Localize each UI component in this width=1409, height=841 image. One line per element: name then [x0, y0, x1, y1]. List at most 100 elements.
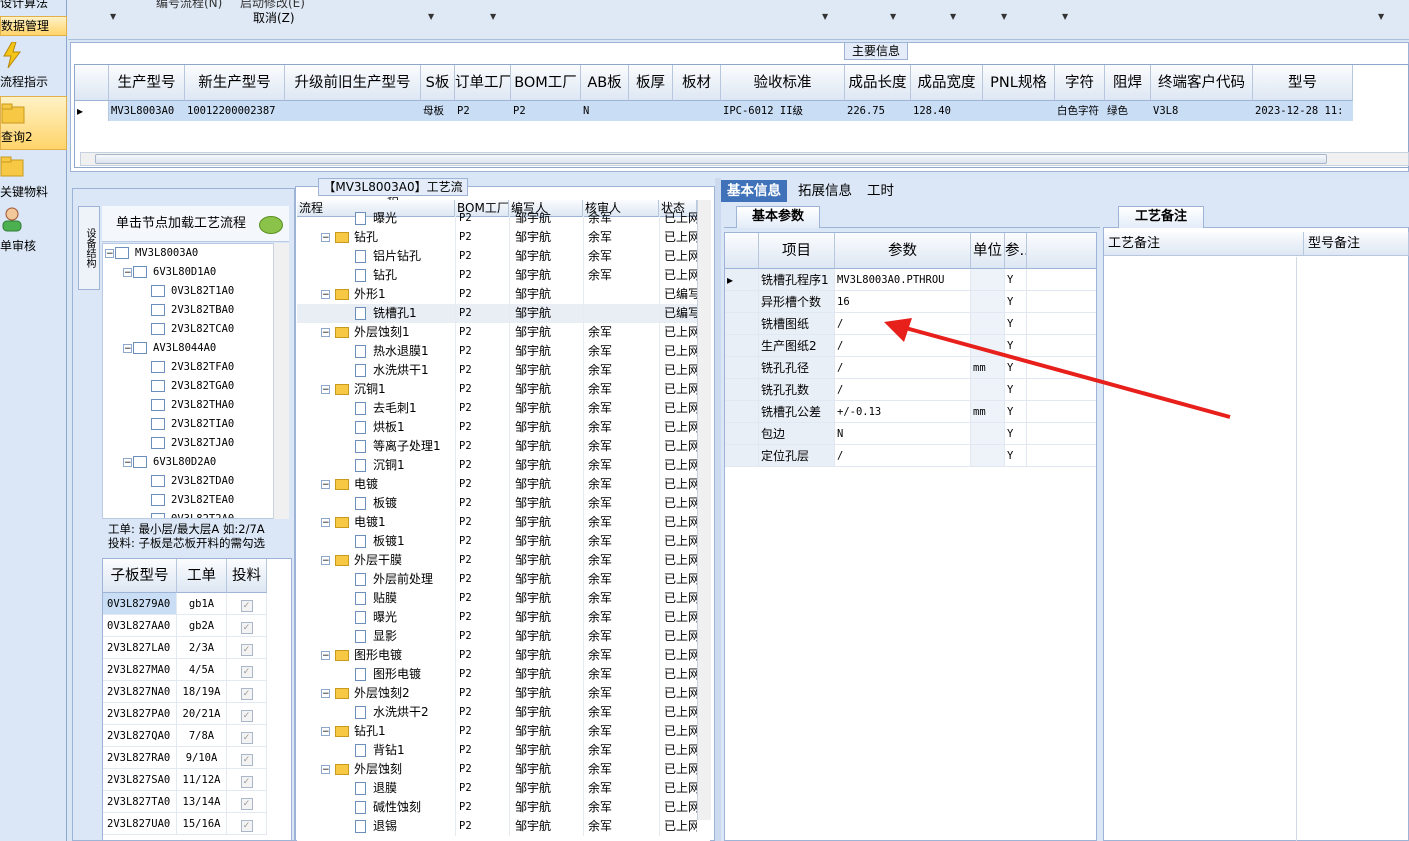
flow-row[interactable]: − 钻孔 P2 邹宇航 余军 已上网 [297, 228, 697, 247]
nav-item-review[interactable]: 单审核 [0, 204, 67, 258]
sub-board-model[interactable]: 0V3L827AA0 [103, 615, 177, 637]
flow-row[interactable]: − 图形电镀 P2 邹宇航 余军 已上网 [297, 646, 697, 665]
flow-scrollbar[interactable] [697, 200, 711, 820]
nav-item-query2[interactable]: 查询2 [0, 96, 67, 150]
grid-cell[interactable] [285, 101, 421, 121]
tree-node-checkbox[interactable] [151, 513, 165, 518]
grid-cell[interactable]: 绿色 [1105, 101, 1151, 121]
flow-row[interactable]: − 外层蚀刻 P2 邹宇航 余军 已上网 [297, 760, 697, 779]
expand-icon[interactable]: − [321, 765, 330, 774]
feed-checkbox[interactable]: ✓ [240, 622, 253, 634]
grid-header-cell[interactable]: 成品长度 [845, 65, 911, 101]
grid-header-cell[interactable]: PNL规格 [983, 65, 1055, 101]
flow-row[interactable]: 退膜 P2 邹宇航 余军 已上网 [297, 779, 697, 798]
flow-row[interactable]: − 外层干膜 P2 邹宇航 余军 已上网 [297, 551, 697, 570]
tree-node[interactable]: 2V3L82TFA0 [151, 358, 234, 377]
scrollbar-thumb[interactable] [95, 154, 1327, 164]
work-order[interactable]: 20/21A [177, 703, 227, 725]
tree-node-checkbox[interactable] [151, 418, 165, 430]
param-row[interactable]: 异形槽个数 16 Y [725, 291, 1096, 313]
param-col-header[interactable]: 单位 [971, 233, 1005, 269]
work-order[interactable]: 4/5A [177, 659, 227, 681]
tree-node[interactable]: 0V3L82T2A0 [151, 510, 234, 518]
feed-checkbox[interactable]: ✓ [240, 820, 253, 832]
flow-row[interactable]: 图形电镀 P2 邹宇航 余军 已上网 [297, 665, 697, 684]
chevron-down-icon[interactable]: ▼ [1062, 12, 1068, 21]
tree-scrollbar[interactable] [273, 243, 289, 519]
expand-icon[interactable]: − [321, 689, 330, 698]
grid-cell[interactable]: MV3L8003A0 [109, 101, 185, 121]
tree-node[interactable]: 2V3L82TEA0 [151, 491, 234, 510]
feed-checkbox[interactable]: ✓ [240, 754, 253, 766]
flow-row[interactable]: 等离子处理1 P2 邹宇航 余军 已上网 [297, 437, 697, 456]
flow-row[interactable]: 退锡 P2 邹宇航 余军 已上网 [297, 817, 697, 836]
feed-checkbox[interactable]: ✓ [240, 776, 253, 788]
grid-header-cell[interactable]: 新生产型号 [185, 65, 285, 101]
tab-structure[interactable]: 设备结构 [78, 206, 100, 290]
grid-header-cell[interactable]: 验收标准 [721, 65, 845, 101]
tree-node-checkbox[interactable] [151, 399, 165, 411]
sub-board-model[interactable]: 2V3L827TA0 [103, 791, 177, 813]
expand-icon[interactable]: − [123, 458, 132, 468]
tree-node[interactable]: 2V3L82TBA0 [151, 301, 234, 320]
tab-extended-info[interactable]: 拓展信息 [792, 180, 858, 202]
grid-header-cell[interactable]: 型号 [1253, 65, 1353, 101]
param-value[interactable]: / [835, 445, 971, 467]
tree-node[interactable]: 2V3L82TGA0 [151, 377, 234, 396]
feed-checkbox[interactable]: ✓ [240, 710, 253, 722]
work-order[interactable]: gb1A [177, 593, 227, 615]
work-order[interactable]: 11/12A [177, 769, 227, 791]
flow-row[interactable]: 去毛刺1 P2 邹宇航 余军 已上网 [297, 399, 697, 418]
grid-cell[interactable] [673, 101, 721, 121]
flow-row[interactable]: 铝片钻孔 P2 邹宇航 余军 已上网 [297, 247, 697, 266]
chevron-down-icon[interactable]: ▼ [822, 12, 828, 21]
grid-cell[interactable]: 白色字符 [1055, 101, 1105, 121]
tree-node[interactable]: 2V3L82TCA0 [151, 320, 234, 339]
expand-icon[interactable]: − [321, 290, 330, 299]
grid-cell[interactable]: 128.40 [911, 101, 983, 121]
expand-icon[interactable]: − [321, 233, 330, 242]
tree-node[interactable]: 6V3L80D2A0 [133, 453, 216, 472]
nav-item-data-management[interactable]: 数据管理 [0, 16, 67, 36]
grid-header-cell[interactable]: 板材 [673, 65, 721, 101]
flow-row[interactable]: 热水退膜1 P2 邹宇航 余军 已上网 [297, 342, 697, 361]
sub-board-model[interactable]: 2V3L827NA0 [103, 681, 177, 703]
chevron-down-icon[interactable]: ▼ [490, 12, 496, 21]
grid-cell[interactable]: 226.75 [845, 101, 911, 121]
flow-row[interactable]: 板镀1 P2 邹宇航 余军 已上网 [297, 532, 697, 551]
tree-node-checkbox[interactable] [151, 285, 165, 297]
flow-row[interactable]: − 沉铜1 P2 邹宇航 余军 已上网 [297, 380, 697, 399]
work-order[interactable]: 13/14A [177, 791, 227, 813]
work-order[interactable]: 2/3A [177, 637, 227, 659]
flow-row[interactable]: 显影 P2 邹宇航 余军 已上网 [297, 627, 697, 646]
sub-board-model[interactable]: 2V3L827RA0 [103, 747, 177, 769]
flow-row[interactable]: − 外层蚀刻1 P2 邹宇航 余军 已上网 [297, 323, 697, 342]
grid-header-cell[interactable]: BOM工厂 [511, 65, 581, 101]
tree-node-checkbox[interactable] [151, 380, 165, 392]
sub-board-model[interactable]: 2V3L827UA0 [103, 813, 177, 835]
param-value[interactable]: N [835, 423, 971, 445]
grid-cell[interactable] [983, 101, 1055, 121]
grid-cell[interactable] [629, 101, 673, 121]
feed-checkbox[interactable]: ✓ [240, 666, 253, 678]
tree-node[interactable]: MV3L8003A0 [115, 244, 198, 263]
param-col-header[interactable]: 项目 [759, 233, 835, 269]
grid-header-cell[interactable]: 成品宽度 [911, 65, 983, 101]
expand-icon[interactable]: − [321, 480, 330, 489]
chevron-down-icon[interactable]: ▼ [890, 12, 896, 21]
sub-grid-header[interactable]: 子板型号 [103, 559, 177, 593]
chevron-down-icon[interactable]: ▼ [1001, 12, 1007, 21]
feed-checkbox[interactable]: ✓ [240, 688, 253, 700]
tree-node[interactable]: 2V3L82TIA0 [151, 415, 234, 434]
tree-node-checkbox[interactable] [133, 342, 147, 354]
tree-node-checkbox[interactable] [151, 437, 165, 449]
flow-row[interactable]: − 外层蚀刻2 P2 邹宇航 余军 已上网 [297, 684, 697, 703]
feed-checkbox[interactable]: ✓ [240, 732, 253, 744]
grid-cell[interactable]: N [581, 101, 629, 121]
grid-header-cell[interactable]: 生产型号 [109, 65, 185, 101]
tab-basic-info[interactable]: 基本信息 [721, 180, 787, 202]
param-row[interactable]: ▸ 铣槽孔程序1 MV3L8003A0.PTHROU Y [725, 269, 1096, 291]
grid-cell[interactable]: 10012200002387 [185, 101, 285, 121]
toolbar-cancel[interactable]: 取消(Z) [253, 9, 295, 26]
chevron-down-icon[interactable]: ▼ [428, 12, 434, 21]
